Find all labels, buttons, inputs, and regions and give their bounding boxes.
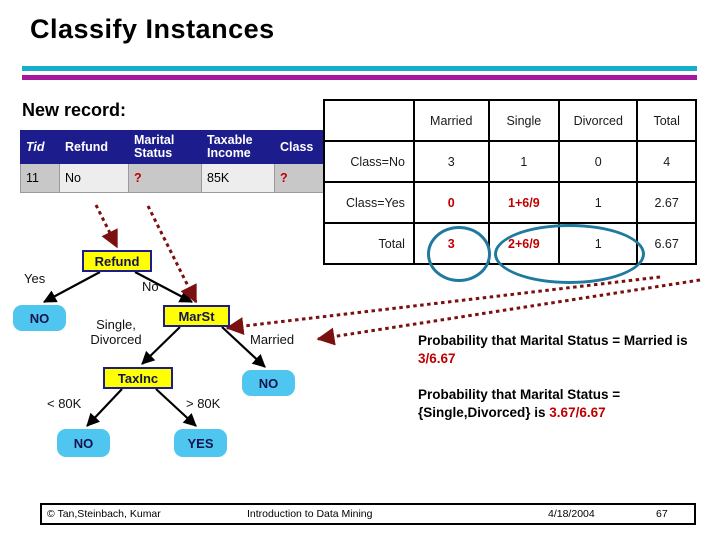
column-header-taxable-income: Taxable Income <box>201 129 275 165</box>
cell-tid: 11 <box>20 163 60 194</box>
contingency-table: Married Single Divorced Total Class=No 3… <box>323 99 697 265</box>
cell-refund: No <box>59 163 129 194</box>
tree-node-refund[interactable]: Refund <box>82 250 152 272</box>
footer-date: 4/18/2004 <box>548 508 595 520</box>
column-header-class: Class <box>274 129 328 165</box>
contingency-row-label-total: Total <box>323 222 415 265</box>
tree-edge-refund-yes <box>43 271 101 303</box>
divider-bar-cyan <box>22 66 697 71</box>
probability-married-statement: Probability that Marital Status = Marrie… <box>418 332 708 368</box>
edge-label-married: Married <box>250 332 295 347</box>
cell-total-divorced: 1 <box>558 222 639 265</box>
cell-total-single: 2+6/9 <box>487 222 561 265</box>
slide-canvas: Classify Instances New record: Tid Refun… <box>0 0 720 540</box>
cell-classno-divorced: 0 <box>558 140 639 183</box>
tree-leaf-yes-gt80k[interactable]: YES <box>174 429 227 457</box>
edge-label-single-divorced: Single, Divorced <box>90 317 142 347</box>
cell-classyes-married: 0 <box>412 181 490 224</box>
table-header-row: Married Single Divorced Total <box>323 99 697 142</box>
cell-taxable-income: 85K <box>201 163 275 194</box>
tree-leaf-no-lt80k[interactable]: NO <box>57 429 110 457</box>
cell-classyes-total: 2.67 <box>636 181 697 224</box>
contingency-row-label-class-no: Class=No <box>323 140 415 183</box>
footer-copyright: © Tan,Steinbach, Kumar <box>47 508 161 520</box>
table-row: 11 No ? 85K ? <box>20 163 328 194</box>
cell-marital-status: ? <box>128 163 202 194</box>
contingency-row-label-class-yes: Class=Yes <box>323 181 415 224</box>
cell-classyes-divorced: 1 <box>558 181 639 224</box>
column-header-refund: Refund <box>59 129 129 165</box>
dotted-arrow-to-marst-node <box>225 275 661 336</box>
tree-node-marst[interactable]: MarSt <box>163 305 230 327</box>
footer-page-number: 67 <box>656 508 668 520</box>
tree-edge-taxinc-lt80k <box>86 388 123 427</box>
edge-label-no: No <box>142 279 159 294</box>
edge-label-yes: Yes <box>24 271 46 286</box>
contingency-corner-cell <box>323 99 415 142</box>
table-row: Total 3 2+6/9 1 6.67 <box>323 222 697 265</box>
cell-classno-single: 1 <box>487 140 561 183</box>
dotted-arrow-refund-attribute <box>94 204 119 249</box>
column-header-tid: Tid <box>20 129 60 165</box>
cell-classno-total: 4 <box>636 140 697 183</box>
new-record-label: New record: <box>22 100 127 120</box>
divider-bar-magenta <box>22 75 697 80</box>
footer-book-title: Introduction to Data Mining <box>247 508 373 520</box>
probability-married-value: 3/6.67 <box>418 351 456 367</box>
edge-label-gt-80k: > 80K <box>186 396 221 411</box>
table-row: Class=No 3 1 0 4 <box>323 140 697 183</box>
slide-footer: © Tan,Steinbach, Kumar Introduction to D… <box>40 503 696 525</box>
cell-total-total: 6.67 <box>636 222 697 265</box>
probability-single-divorced-statement: Probability that Marital Status ={Single… <box>418 386 708 422</box>
tree-node-taxinc[interactable]: TaxInc <box>103 367 173 389</box>
page-title: Classify Instances <box>30 14 275 44</box>
contingency-col-single: Single <box>487 99 561 142</box>
tree-leaf-no-refund-yes[interactable]: NO <box>13 305 66 331</box>
contingency-col-divorced: Divorced <box>558 99 639 142</box>
column-header-marital-status: Marital Status <box>128 129 202 165</box>
contingency-col-married: Married <box>412 99 490 142</box>
edge-label-lt-80k: < 80K <box>47 396 82 411</box>
new-record-table: Tid Refund Marital Status Taxable Income… <box>20 129 328 194</box>
probability-single-divorced-value: 3.67/6.67 <box>549 405 606 421</box>
cell-classyes-single: 1+6/9 <box>487 181 561 224</box>
probability-married-text: Probability that Marital Status = Marrie… <box>418 333 688 348</box>
dotted-arrow-to-married-branch <box>316 278 701 346</box>
tree-leaf-no-married[interactable]: NO <box>242 370 295 396</box>
table-row: Class=Yes 0 1+6/9 1 2.67 <box>323 181 697 224</box>
cell-class: ? <box>274 163 328 194</box>
contingency-col-total: Total <box>636 99 697 142</box>
cell-classno-married: 3 <box>412 140 490 183</box>
cell-total-married: 3 <box>412 222 490 265</box>
table-header-row: Tid Refund Marital Status Taxable Income… <box>20 129 328 165</box>
